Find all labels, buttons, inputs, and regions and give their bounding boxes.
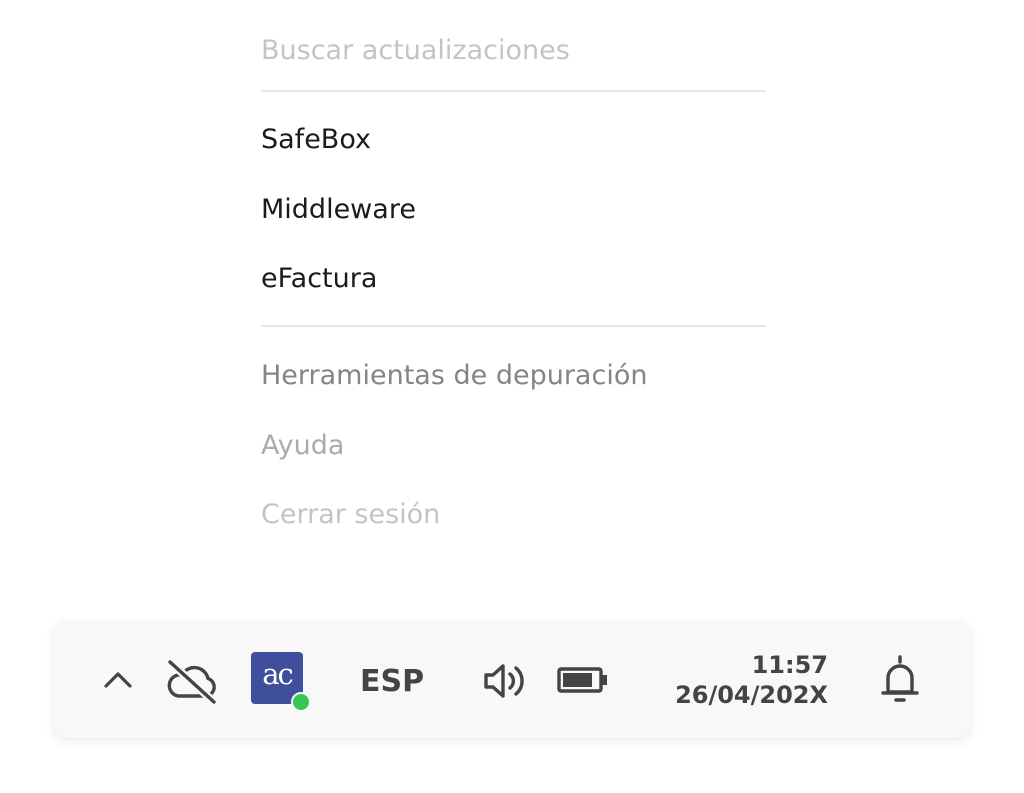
taskbar: ac ESP 11:57 26/04/202X [54, 622, 970, 738]
language-indicator[interactable]: ESP [360, 662, 424, 702]
clock-date: 26/04/202X [675, 681, 828, 709]
menu-item-logout[interactable]: Cerrar sesión [261, 498, 766, 532]
volume-icon[interactable] [482, 659, 528, 703]
menu-item-debug-tools[interactable]: Herramientas de depuración [261, 359, 766, 393]
ac-logo-text: ac [262, 657, 294, 691]
menu-item-check-updates[interactable]: Buscar actualizaciones [261, 34, 766, 68]
status-online-indicator [291, 692, 311, 712]
chevron-up-icon[interactable] [100, 666, 136, 694]
ac-app-icon[interactable]: ac [251, 652, 311, 712]
battery-icon[interactable] [557, 667, 609, 693]
clock[interactable]: 11:57 26/04/202X [662, 650, 828, 710]
cloud-off-icon[interactable] [164, 656, 220, 706]
menu-item-efactura[interactable]: eFactura [261, 262, 766, 296]
menu-item-safebox[interactable]: SafeBox [261, 123, 766, 157]
clock-time: 11:57 [751, 651, 828, 679]
menu-separator [261, 325, 766, 327]
menu-item-middleware[interactable]: Middleware [261, 193, 766, 227]
screen: Buscar actualizaciones SafeBox Middlewar… [0, 0, 1024, 793]
context-menu: Buscar actualizaciones SafeBox Middlewar… [261, 26, 766, 532]
bell-icon[interactable] [878, 654, 922, 706]
menu-separator [261, 90, 766, 92]
menu-item-help[interactable]: Ayuda [261, 429, 766, 463]
